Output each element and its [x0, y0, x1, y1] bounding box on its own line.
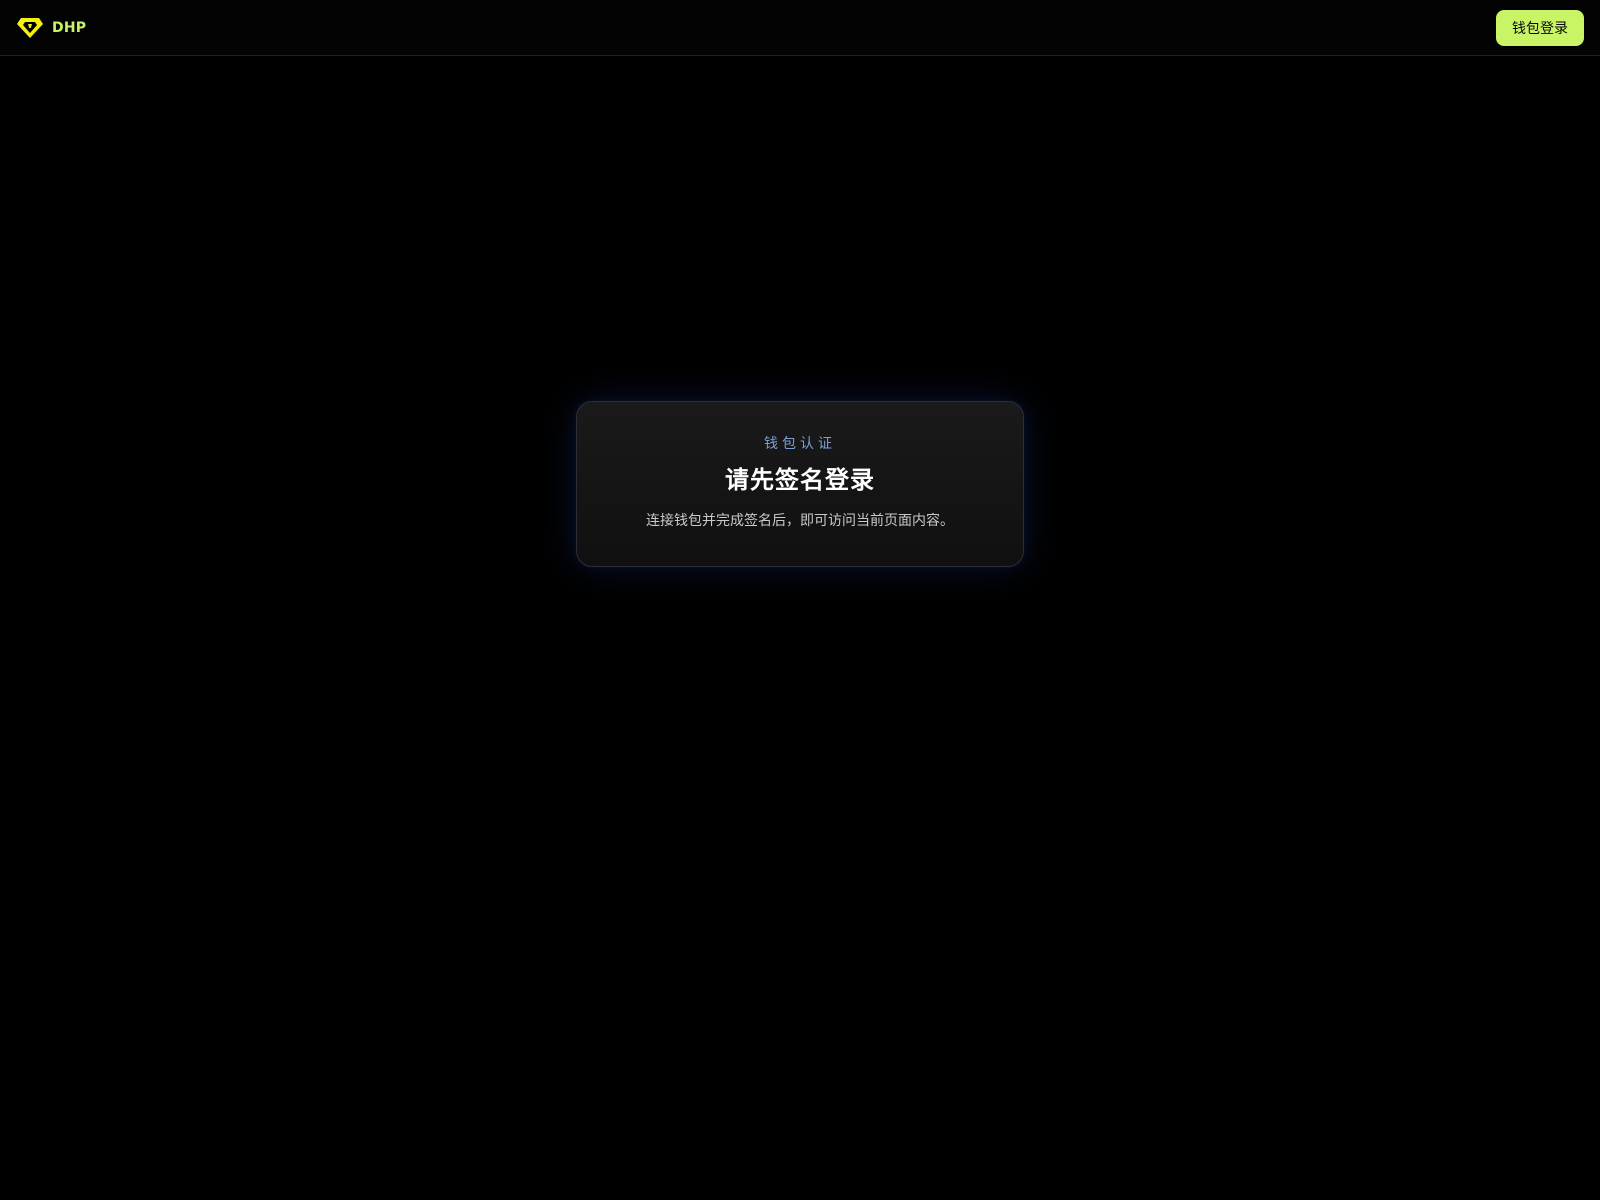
diamond-logo-icon — [17, 18, 43, 38]
brand-name: DHP — [52, 20, 87, 36]
brand[interactable]: DHP — [16, 14, 86, 42]
card-eyebrow: 钱包认证 — [764, 436, 836, 452]
top-navigation-bar: DHP 钱包登录 — [0, 0, 1600, 56]
card-title: 请先签名登录 — [725, 466, 875, 494]
wallet-auth-card: 钱包认证 请先签名登录 连接钱包并完成签名后，即可访问当前页面内容。 — [576, 401, 1024, 567]
card-description: 连接钱包并完成签名后，即可访问当前页面内容。 — [646, 513, 954, 529]
wallet-login-button[interactable]: 钱包登录 — [1496, 10, 1584, 46]
